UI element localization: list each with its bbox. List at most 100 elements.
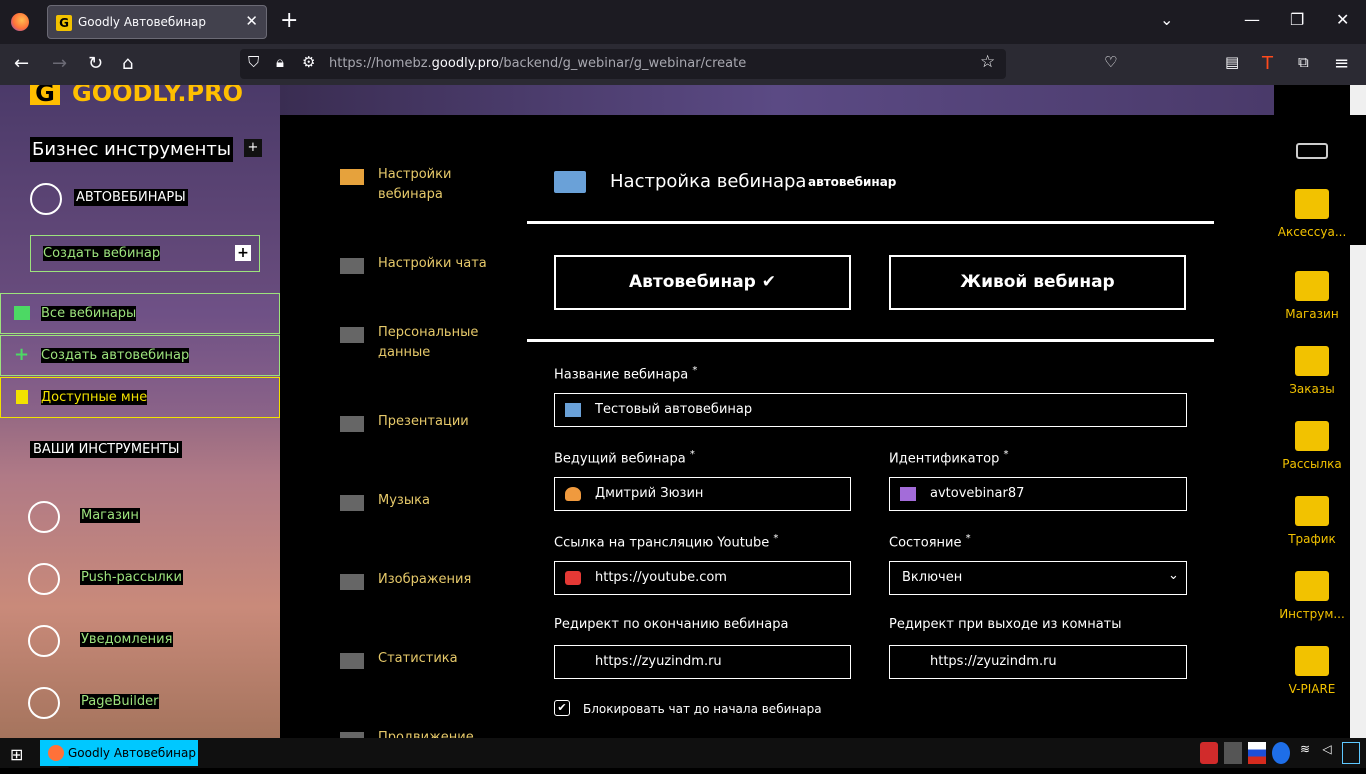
tab-title: Goodly Автовебинар (78, 15, 206, 29)
minimize-icon[interactable]: — (1244, 10, 1260, 29)
create-webinar-label: Создать вебинар (43, 246, 161, 261)
new-tab-icon[interactable]: + (280, 8, 298, 33)
left-sidebar: G GOODLY.PRO Бизнес инструменты + АВТОВЕБ… (0, 85, 280, 738)
toggle-icon[interactable] (1296, 143, 1328, 159)
menu-music[interactable]: Музыка (340, 491, 490, 511)
tool-notifications[interactable]: Уведомления (80, 632, 174, 647)
navigation-bar: ← → ↻ ⌂ ⛉ 🔒︎ ⚙ https://homebz.goodly.pro… (0, 44, 1366, 85)
permissions-icon[interactable]: ⚙ (302, 53, 315, 71)
extensions-icon[interactable]: ⧉ (1298, 53, 1309, 71)
url-prefix: https://homebz. (329, 56, 432, 71)
right-toolbar: Аксессуа... Магазин Заказы Рассылка Траф… (1274, 85, 1350, 738)
required-mark: * (965, 533, 971, 544)
rb-accessories[interactable]: Аксессуа... (1274, 189, 1350, 239)
volume-icon[interactable]: ◁ (1318, 742, 1336, 764)
autowebinar-type-button[interactable]: Автовебинар ✔ (554, 255, 851, 310)
live-webinar-type-button[interactable]: Живой вебинар (889, 255, 1186, 310)
maximize-icon[interactable]: ❐ (1290, 10, 1304, 29)
tool-push[interactable]: Push-рассылки (80, 570, 183, 585)
rb-shop[interactable]: Магазин (1274, 271, 1350, 321)
tools-title: ВАШИ ИНСТРУМЕНТЫ (30, 441, 183, 458)
task-label: Goodly Автовебинар — ... (68, 746, 196, 774)
tool-shop[interactable]: Магазин (80, 508, 140, 523)
menu-statistics[interactable]: Статистика (340, 649, 490, 669)
rb-tools[interactable]: Инструм... (1274, 571, 1350, 621)
redirect-end-field[interactable]: https://zyuzindm.ru (554, 645, 851, 679)
scrollbar[interactable] (1350, 85, 1366, 738)
forward-icon[interactable]: → (52, 53, 67, 74)
redirect-exit-field[interactable]: https://zyuzindm.ru (889, 645, 1187, 679)
sidebar-toggle-icon[interactable]: ▤ (1225, 53, 1239, 71)
menu-label: Настройки вебинара (378, 167, 452, 202)
extension-t-icon[interactable]: T (1262, 53, 1273, 74)
bookmark-star-icon[interactable]: ☆ (980, 52, 995, 72)
label-text: Идентификатор (889, 451, 1000, 467)
rb-traffic[interactable]: Трафик (1274, 496, 1350, 546)
goodly-logo[interactable]: G GOODLY.PRO (30, 85, 243, 107)
url-path: /backend/g_webinar/g_webinar/create (498, 56, 747, 71)
pocket-icon[interactable]: ♡ (1104, 53, 1117, 71)
youtube-field[interactable]: https://youtube.com (554, 561, 851, 595)
back-icon[interactable]: ← (14, 53, 29, 74)
sidebar-item-create-autowebinar[interactable]: + Создать автовебинар (0, 335, 280, 376)
url-text[interactable]: https://homebz.goodly.pro/backend/g_webi… (329, 56, 746, 71)
language-flag-icon[interactable] (1248, 742, 1266, 764)
windows-start-icon[interactable]: ⊞ (10, 745, 23, 764)
menu-webinar-settings[interactable]: Настройки вебинара (340, 165, 490, 205)
shopping-bag-icon[interactable] (28, 501, 60, 533)
wifi-icon[interactable]: ≋ (1296, 742, 1314, 764)
menu-personal-data[interactable]: Персональные данные (340, 323, 490, 363)
taskbar-firefox-item[interactable]: Goodly Автовебинар — ... (40, 740, 198, 774)
create-webinar-button[interactable]: Создать вебинар + (30, 235, 260, 272)
paper-plane-icon[interactable] (28, 563, 60, 595)
sidebar-item-all-webinars[interactable]: Все вебинары (0, 293, 280, 334)
sidebar-item-label: Доступные мне (41, 390, 148, 405)
notification-icon[interactable] (28, 625, 60, 657)
field-value: https://zyuzindm.ru (595, 654, 722, 669)
browser-tab-bar: G Goodly Автовебинар ✕ + ⌄ — ❐ ✕ (0, 0, 1366, 44)
app-menu-icon[interactable]: ≡ (1334, 53, 1349, 74)
add-section-button[interactable]: + (244, 139, 262, 157)
mouse-icon (1295, 496, 1329, 526)
identifier-field[interactable]: avtovebinar87 (889, 477, 1187, 511)
divider (527, 221, 1214, 224)
rb-mailing[interactable]: Рассылка (1274, 421, 1350, 471)
state-select[interactable]: Включен ⌄ (889, 561, 1187, 595)
rb-orders[interactable]: Заказы (1274, 346, 1350, 396)
menu-images[interactable]: Изображения (340, 570, 490, 590)
required-mark: * (689, 449, 695, 460)
menu-chat-settings[interactable]: Настройки чата (340, 254, 490, 274)
bluetooth-icon[interactable] (1272, 742, 1290, 764)
video-settings-icon (340, 258, 364, 274)
firefox-icon[interactable] (11, 13, 29, 31)
menu-presentations[interactable]: Презентации (340, 412, 490, 432)
rb-vpiare[interactable]: V-PIARE (1274, 646, 1350, 696)
plus-icon: + (14, 344, 30, 365)
host-field[interactable]: Дмитрий Зюзин (554, 477, 851, 511)
list-tabs-icon[interactable]: ⌄ (1160, 10, 1173, 29)
reload-icon[interactable]: ↻ (88, 53, 103, 74)
page-builder-icon[interactable] (28, 687, 60, 719)
goodly-favicon-icon: G (56, 15, 72, 31)
url-bar[interactable]: ⛉ 🔒︎ ⚙ https://homebz.goodly.pro/backend… (240, 49, 1006, 79)
sidebar-item-available[interactable]: Доступные мне (0, 377, 280, 418)
app-tray-icon[interactable] (1224, 742, 1242, 764)
group-label: АВТОВЕБИНАРЫ (74, 189, 188, 206)
block-chat-checkbox[interactable]: ✔ (554, 700, 570, 716)
shield-icon[interactable]: ⛉ (248, 53, 259, 71)
field-value: https://zyuzindm.ru (930, 654, 1057, 669)
opera-tray-icon[interactable] (1200, 742, 1218, 764)
close-window-icon[interactable]: ✕ (1336, 10, 1349, 29)
paper-plane-icon (1295, 421, 1329, 451)
lock-icon[interactable]: 🔒︎ (276, 53, 284, 71)
menu-label: Музыка (378, 493, 430, 508)
notifications-icon[interactable] (1342, 742, 1360, 764)
webinar-name-field[interactable]: Тестовый автовебинар (554, 393, 1187, 427)
tool-pagebuilder[interactable]: PageBuilder (80, 694, 160, 709)
close-tab-icon[interactable]: ✕ (245, 12, 258, 30)
browser-tab[interactable]: G Goodly Автовебинар ✕ (47, 5, 267, 39)
scrollbar-thumb[interactable] (1350, 115, 1366, 245)
home-icon[interactable]: ⌂ (122, 53, 133, 74)
menu-promotion[interactable]: Продвижение (340, 728, 490, 738)
menu-label: Изображения (378, 572, 472, 587)
